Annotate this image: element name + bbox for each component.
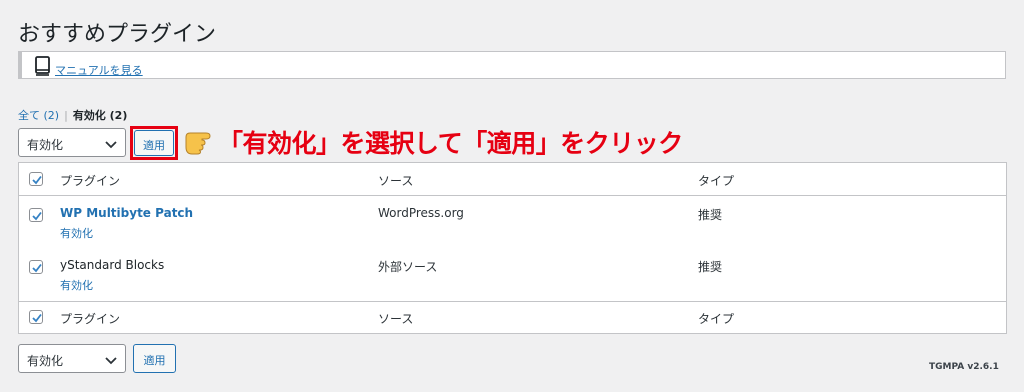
view-separator: | [64, 109, 68, 122]
book-icon [34, 55, 52, 81]
annotation-text: 「有効化」を選択して「適用」をクリック [218, 129, 683, 158]
chevron-down-icon [105, 354, 117, 368]
footer-column-source[interactable]: ソース [378, 310, 413, 327]
column-header-source[interactable]: ソース [378, 172, 413, 189]
view-all-link[interactable]: 全て (2) [18, 109, 59, 122]
column-header-plugin[interactable]: プラグイン [60, 172, 120, 189]
plugin-name: yStandard Blocks [60, 258, 165, 272]
plugin-source: WordPress.org [378, 206, 464, 220]
manual-notice: マニュアルを見る [18, 51, 1006, 79]
apply-button-bottom[interactable]: 適用 [133, 344, 176, 373]
annotation-highlight-box [130, 126, 178, 160]
select-all-checkbox[interactable] [29, 172, 43, 186]
tgmpa-version: TGMPA v2.6.1 [929, 362, 999, 372]
plugin-source: 外部ソース [378, 260, 438, 274]
page-title: おすすめプラグイン [18, 22, 217, 47]
column-header-type[interactable]: タイプ [698, 172, 734, 189]
row-checkbox[interactable] [29, 260, 43, 274]
plugin-type: 推奨 [698, 208, 723, 222]
activate-link[interactable]: 有効化 [60, 277, 93, 293]
chevron-down-icon [105, 138, 117, 152]
bulk-action-select-top[interactable]: 有効化 [18, 128, 126, 157]
table-row: WP Multibyte Patch 有効化 WordPress.org 推奨 [19, 196, 1006, 248]
plugins-table: プラグイン ソース タイプ WP Multibyte Patch 有効化 Wor… [18, 162, 1007, 334]
view-active-current: 有効化 (2) [72, 109, 128, 122]
table-footer: プラグイン ソース タイプ [19, 301, 1006, 333]
plugin-name-link[interactable]: WP Multibyte Patch [60, 206, 193, 220]
footer-column-plugin[interactable]: プラグイン [60, 310, 120, 327]
manual-link[interactable]: マニュアルを見る [55, 62, 143, 78]
select-all-checkbox-footer[interactable] [29, 310, 43, 324]
row-checkbox[interactable] [29, 208, 43, 222]
footer-column-type[interactable]: タイプ [698, 310, 734, 327]
plugin-type: 推奨 [698, 260, 723, 274]
activate-link[interactable]: 有効化 [60, 225, 93, 241]
table-header: プラグイン ソース タイプ [19, 163, 1006, 196]
pointing-hand-icon [184, 127, 216, 159]
table-row: yStandard Blocks 有効化 外部ソース 推奨 [19, 248, 1006, 300]
bulk-action-select-bottom[interactable]: 有効化 [18, 344, 126, 373]
view-filters: 全て (2) | 有効化 (2) [18, 107, 127, 123]
